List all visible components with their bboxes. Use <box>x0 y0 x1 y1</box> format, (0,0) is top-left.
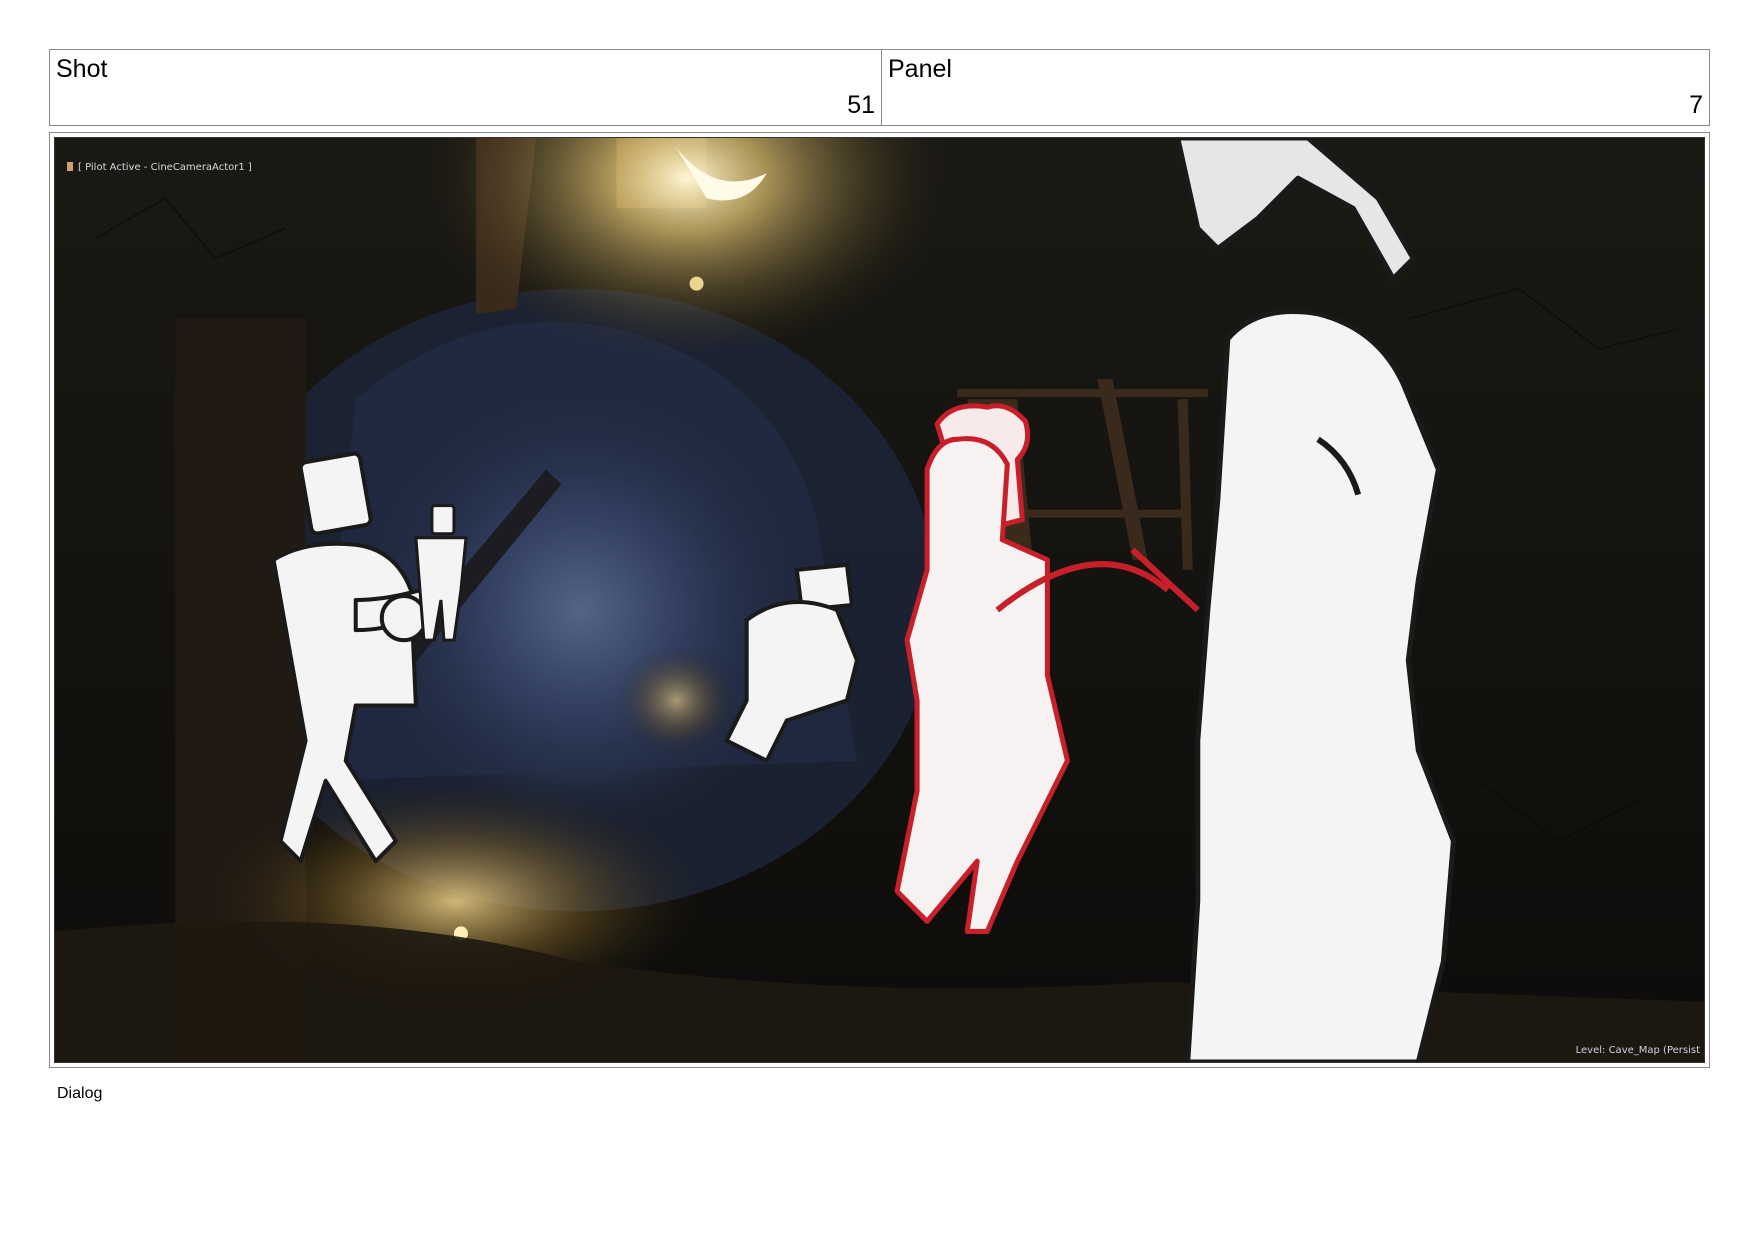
panel-label: Panel <box>888 55 952 83</box>
storyboard-frame: [ Pilot Active - CineCameraActor1 ] Leve… <box>49 132 1710 1068</box>
pilot-status-text: [ Pilot Active - CineCameraActor1 ] <box>78 162 252 173</box>
shot-panel-header: Shot 51 Panel 7 <box>49 49 1710 126</box>
level-label: Level: <box>1575 1045 1606 1056</box>
cave-scene-illustration <box>55 138 1704 1062</box>
shot-number: 51 <box>847 91 875 119</box>
storyboard-image: [ Pilot Active - CineCameraActor1 ] Leve… <box>54 137 1705 1063</box>
shot-cell: Shot 51 <box>50 50 882 125</box>
level-readout: Level: Cave_Map (Persist <box>1576 1045 1700 1056</box>
camera-icon <box>67 162 73 171</box>
panel-cell: Panel 7 <box>882 50 1709 125</box>
level-name: Cave_Map (Persist <box>1608 1045 1700 1056</box>
panel-number: 7 <box>1689 91 1703 119</box>
pilot-status-readout: [ Pilot Active - CineCameraActor1 ] <box>67 162 252 173</box>
dialog-label: Dialog <box>57 1085 103 1102</box>
shot-label: Shot <box>56 55 108 83</box>
